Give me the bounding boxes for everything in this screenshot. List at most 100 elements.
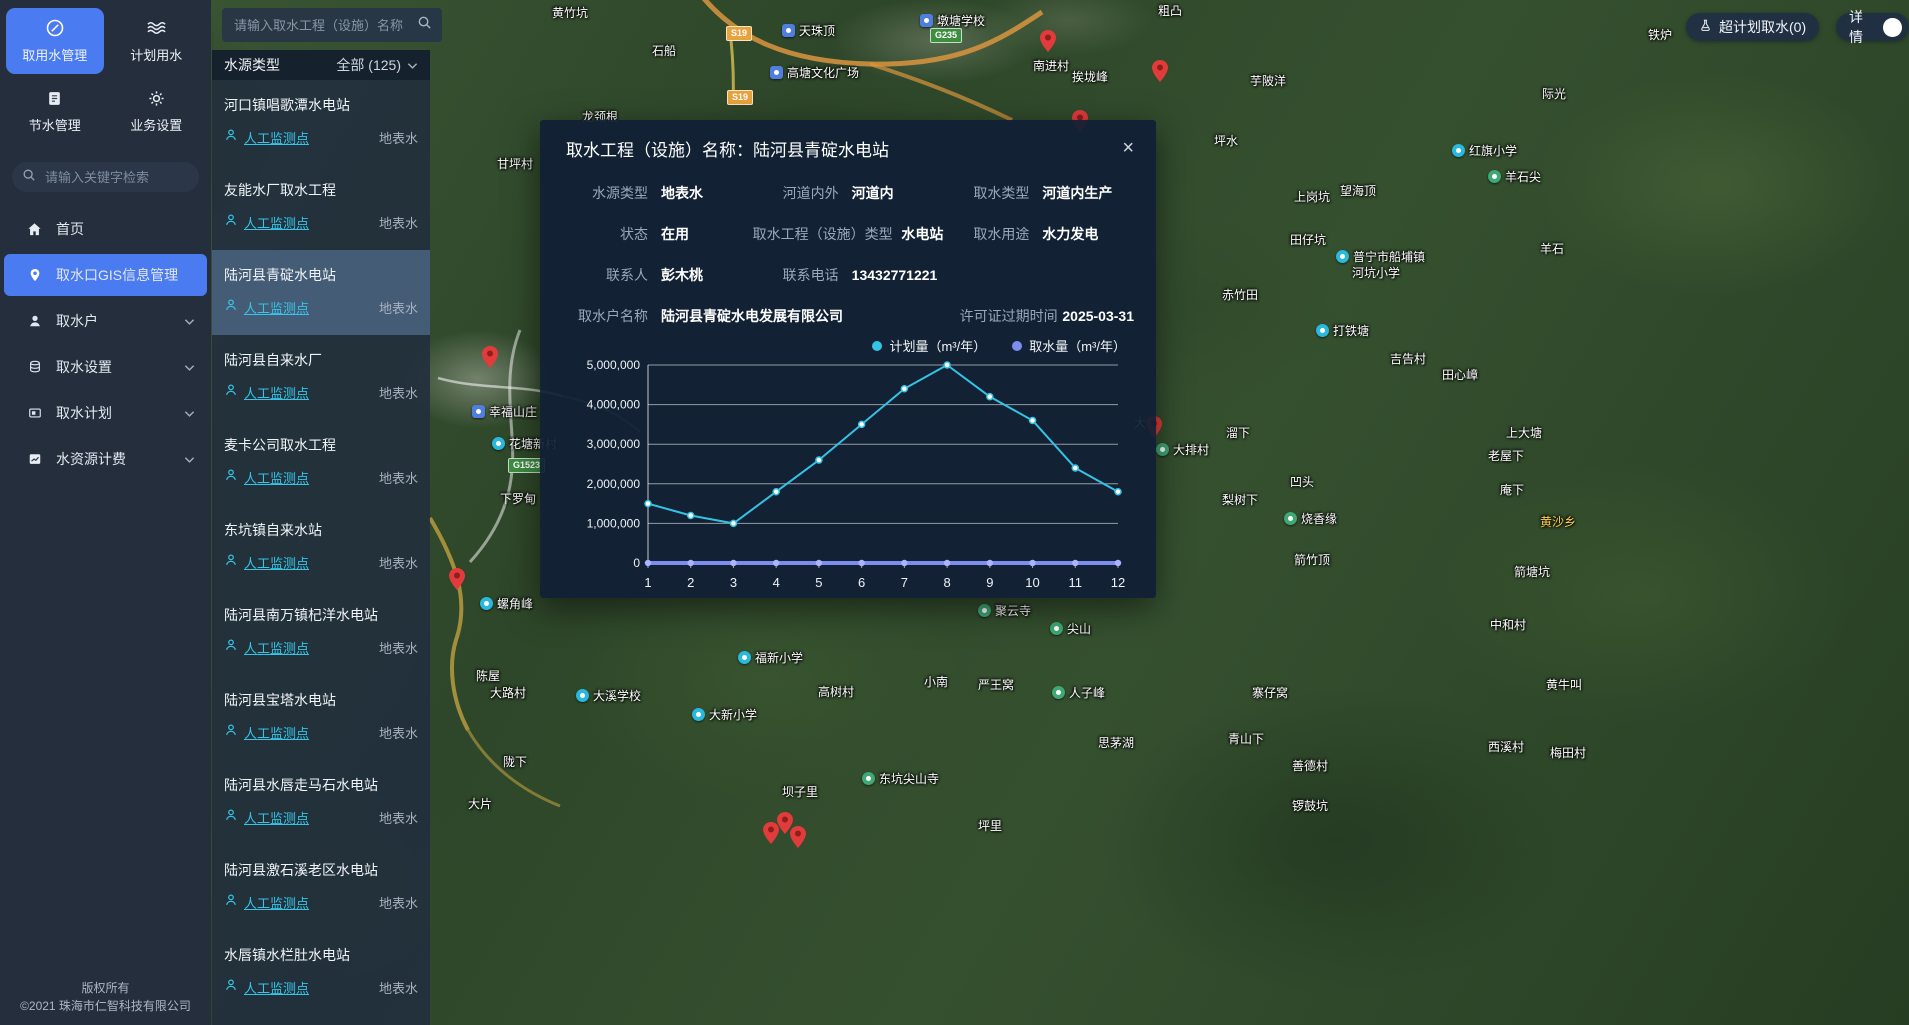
blue-poi-icon xyxy=(472,405,485,418)
field-value: 河道内 xyxy=(852,183,894,203)
monitor-type-link[interactable]: 人工监测点 xyxy=(244,128,309,147)
field-状态: 状态在用 xyxy=(562,224,753,244)
map-label: 思茅湖 xyxy=(1098,734,1134,751)
over-plan-intake-button[interactable]: 超计划取水(0) xyxy=(1686,13,1819,41)
station-list-item[interactable]: 陆河县自来水厂 人工监测点 地表水 xyxy=(212,335,430,420)
station-list: 河口镇唱歌潭水电站 人工监测点 地表水 友能水厂取水工程 人工监测点 地表水 陆… xyxy=(212,80,430,1015)
sidebar-item-0[interactable]: 首页 xyxy=(0,206,211,252)
person-icon xyxy=(224,978,238,997)
map-label: 黄沙乡 xyxy=(1540,513,1576,530)
person-icon xyxy=(224,893,238,912)
field-取水用途: 取水用途水力发电 xyxy=(943,224,1134,244)
person-icon xyxy=(224,128,238,147)
legend-item-1[interactable]: 取水量（m³/年） xyxy=(1012,336,1126,355)
monitor-type-link[interactable]: 人工监测点 xyxy=(244,978,309,997)
filter-value-dropdown[interactable]: 全部 (125) xyxy=(336,55,418,75)
station-search-input[interactable] xyxy=(232,17,411,34)
legend-item-0[interactable]: 计划量（m³/年） xyxy=(872,336,986,355)
station-list-item[interactable]: 友能水厂取水工程 人工监测点 地表水 xyxy=(212,165,430,250)
field-联系人: 联系人彭木桃 xyxy=(562,265,753,285)
monitor-type-link[interactable]: 人工监测点 xyxy=(244,468,309,487)
monitor-type-link[interactable]: 人工监测点 xyxy=(244,808,309,827)
monitor-type-link[interactable]: 人工监测点 xyxy=(244,893,309,912)
red-pin-marker[interactable] xyxy=(1040,30,1056,52)
station-list-item[interactable]: 陆河县青碇水电站 人工监测点 地表水 xyxy=(212,250,430,335)
monitor-type-link[interactable]: 人工监测点 xyxy=(244,553,309,572)
person-icon xyxy=(224,808,238,827)
map-label: 锣鼓坑 xyxy=(1292,797,1328,814)
sidebar-search[interactable] xyxy=(12,162,199,192)
sidebar-item-1[interactable]: 取水口GIS信息管理 xyxy=(4,254,207,296)
map-label: 挨垅峰 xyxy=(1072,68,1108,85)
monitor-type-link[interactable]: 人工监测点 xyxy=(244,383,309,402)
map-label: 粗凸 xyxy=(1158,2,1182,19)
person-icon xyxy=(224,723,238,742)
red-pin-marker[interactable] xyxy=(1152,60,1168,82)
close-icon[interactable]: × xyxy=(1116,136,1140,160)
field-取水工程（设施）类型: 取水工程（设施）类型水电站 xyxy=(753,224,944,244)
home-icon xyxy=(26,222,43,237)
station-name: 陆河县宝塔水电站 xyxy=(224,690,418,710)
map-label: 羊石 xyxy=(1540,240,1564,257)
green-poi-icon xyxy=(978,604,991,617)
map-label: 螺角峰 xyxy=(480,595,533,612)
field-value: 13432771221 xyxy=(852,267,938,283)
station-list-item[interactable]: 陆河县激石溪老区水电站 人工监测点 地表水 xyxy=(212,845,430,930)
search-icon[interactable] xyxy=(417,15,432,35)
station-list-item[interactable]: 河口镇唱歌潭水电站 人工监测点 地表水 xyxy=(212,80,430,165)
field-河道内外: 河道内外河道内 xyxy=(753,183,944,203)
map-label: 坝子里 xyxy=(782,783,818,800)
map-label: 箭塘坑 xyxy=(1514,563,1550,580)
nav-card-1[interactable]: 计划用水 xyxy=(108,8,206,74)
station-list-item[interactable]: 麦卡公司取水工程 人工监测点 地表水 xyxy=(212,420,430,505)
map-label: 箭竹顶 xyxy=(1294,551,1330,568)
station-search[interactable] xyxy=(222,8,442,42)
map-label: 黄竹坑 xyxy=(552,4,588,21)
station-list-item[interactable]: 陆河县南万镇杞洋水电站 人工监测点 地表水 xyxy=(212,590,430,675)
sidebar-item-5[interactable]: 水资源计费 xyxy=(0,436,211,482)
map-label: 望海顶 xyxy=(1340,182,1376,199)
svg-text:7: 7 xyxy=(901,575,908,590)
legend-label: 取水量（m³/年） xyxy=(1029,336,1126,355)
map-label: 石船 xyxy=(652,42,676,59)
red-pin-marker[interactable] xyxy=(790,826,806,848)
map-label: 上大塘 xyxy=(1506,424,1542,441)
monitor-type-link[interactable]: 人工监测点 xyxy=(244,638,309,657)
station-list-item[interactable]: 水唇镇水栏肚水电站 人工监测点 地表水 xyxy=(212,930,430,1015)
station-list-item[interactable]: 陆河县水唇走马石水电站 人工监测点 地表水 xyxy=(212,760,430,845)
person-icon xyxy=(224,553,238,572)
user-icon xyxy=(26,314,43,328)
over-plan-intake-label: 超计划取水(0) xyxy=(1719,17,1806,37)
station-name: 陆河县南万镇杞洋水电站 xyxy=(224,605,418,625)
map-label: 梨树下 xyxy=(1222,491,1258,508)
nav-card-3[interactable]: 业务设置 xyxy=(108,78,206,144)
nav-card-2[interactable]: 节水管理 xyxy=(6,78,104,144)
copyright: 版权所有 ©2021 珠海市仁智科技有限公司 xyxy=(0,979,211,1015)
nav-card-0[interactable]: 取用水管理 xyxy=(6,8,104,74)
toggle-knob[interactable] xyxy=(1883,18,1902,37)
map-label: 羊石尖 xyxy=(1488,168,1541,185)
station-list-item[interactable]: 陆河县宝塔水电站 人工监测点 地表水 xyxy=(212,675,430,760)
map-label: 尖山 xyxy=(1050,620,1091,637)
field-label: 状态 xyxy=(562,224,648,244)
map-label: 人子峰 xyxy=(1052,684,1105,701)
map-label: 小南 xyxy=(924,673,948,690)
monitor-type-link[interactable]: 人工监测点 xyxy=(244,723,309,742)
monitor-type-link[interactable]: 人工监测点 xyxy=(244,213,309,232)
sidebar-item-4[interactable]: 取水计划 xyxy=(0,390,211,436)
green-poi-icon xyxy=(1156,443,1169,456)
sidebar-search-input[interactable] xyxy=(43,169,223,186)
map-label: 陇下 xyxy=(503,753,527,770)
map-label: 田心嶂 xyxy=(1442,366,1478,383)
sidebar-item-3[interactable]: 取水设置 xyxy=(0,344,211,390)
sidebar-item-2[interactable]: 取水户 xyxy=(0,298,211,344)
detail-toggle[interactable]: 详情 xyxy=(1836,13,1909,41)
line-chart[interactable]: 01,000,0002,000,0003,000,0004,000,0005,0… xyxy=(564,355,1132,595)
station-list-item[interactable]: 东坑镇自来水站 人工监测点 地表水 xyxy=(212,505,430,590)
map-label: 大路村 xyxy=(490,684,526,701)
monitor-type-link[interactable]: 人工监测点 xyxy=(244,298,309,317)
red-pin-marker[interactable] xyxy=(482,346,498,368)
flask-icon xyxy=(1699,19,1712,35)
map-label: 梅田村 xyxy=(1550,744,1586,761)
red-pin-marker[interactable] xyxy=(449,568,465,590)
